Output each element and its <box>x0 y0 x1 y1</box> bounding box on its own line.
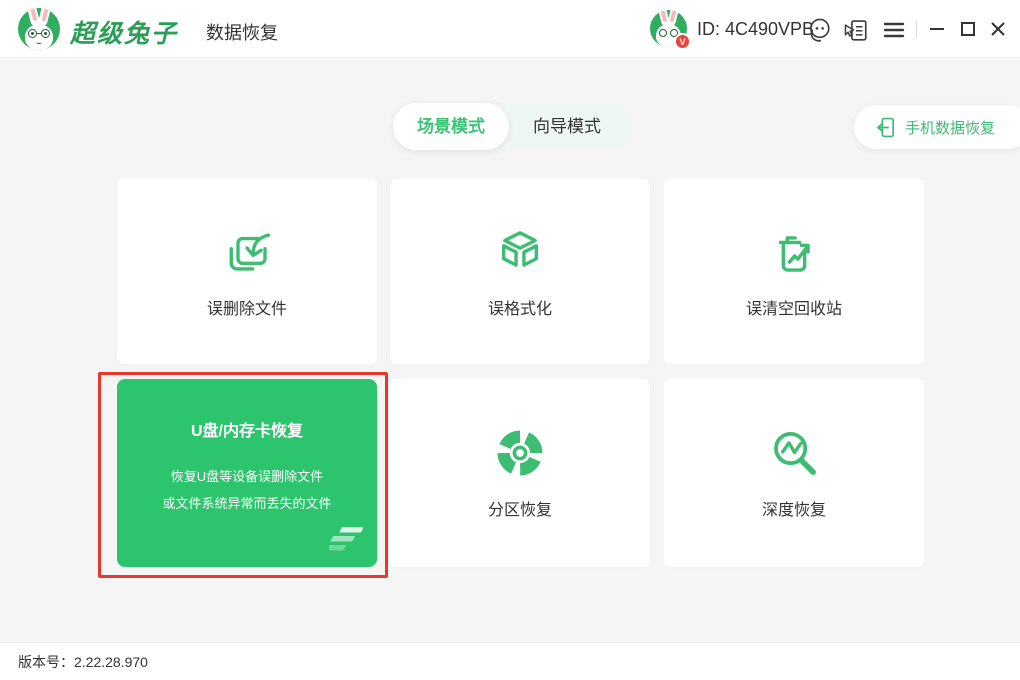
layers-icon <box>329 525 363 555</box>
card-deep-recovery[interactable]: 深度恢复 <box>664 379 924 567</box>
version-label: 版本号： <box>18 652 74 672</box>
card-label: 误删除文件 <box>207 295 287 319</box>
card-recycle-bin[interactable]: 误清空回收站 <box>664 179 924 364</box>
card-label: 分区恢复 <box>488 496 552 520</box>
footer: 版本号： 2.22.28.970 <box>0 642 1020 680</box>
card-formatted[interactable]: 误格式化 <box>390 179 650 364</box>
minimize-icon[interactable] <box>926 18 948 40</box>
phone-data-recovery-button[interactable]: 手机数据恢复 <box>854 105 1020 149</box>
card-title: U盘/内存卡恢复 <box>117 417 377 441</box>
version-value: 2.22.28.970 <box>74 654 148 670</box>
titlebar-divider <box>916 21 917 38</box>
brand-title: 超级兔子 <box>70 14 178 50</box>
restore-file-icon <box>220 225 274 279</box>
menu-icon[interactable] <box>881 17 907 43</box>
card-label: 深度恢复 <box>762 496 826 520</box>
format-cube-icon <box>493 225 547 279</box>
card-partition-recovery[interactable]: 分区恢复 <box>390 379 650 567</box>
phone-arrow-icon <box>874 116 897 139</box>
mode-tabs: 场景模式 向导模式 <box>393 103 633 150</box>
tab-scene-mode[interactable]: 场景模式 <box>393 103 509 150</box>
app-logo-icon <box>18 8 60 50</box>
titlebar: 超级兔子 数据恢复 V ID: 4C490VPB <box>0 0 1020 58</box>
card-label: 误格式化 <box>488 295 552 319</box>
card-deleted-files[interactable]: 误删除文件 <box>117 179 377 364</box>
main-area: 场景模式 向导模式 手机数据恢复 误删除文件 误格式化 <box>0 59 1020 642</box>
feedback-icon[interactable] <box>843 17 869 43</box>
maximize-icon[interactable] <box>957 18 979 40</box>
user-id: ID: 4C490VPB <box>697 0 814 58</box>
user-avatar[interactable]: V <box>650 10 687 47</box>
card-label: 误清空回收站 <box>746 295 842 319</box>
close-icon[interactable] <box>987 18 1009 40</box>
headset-icon[interactable] <box>806 17 832 43</box>
app-name: 数据恢复 <box>206 19 278 45</box>
card-description: 恢复U盘等设备误删除文件 或文件系统异常而丢失的文件 <box>117 463 377 517</box>
phone-data-recovery-label: 手机数据恢复 <box>905 117 995 138</box>
vip-badge: V <box>674 33 691 50</box>
partition-icon <box>493 426 547 480</box>
card-usb-memory-recovery[interactable]: U盘/内存卡恢复 恢复U盘等设备误删除文件 或文件系统异常而丢失的文件 <box>117 379 377 567</box>
deep-scan-icon <box>767 426 821 480</box>
tab-wizard-mode[interactable]: 向导模式 <box>509 103 625 150</box>
recycle-bin-restore-icon <box>767 225 821 279</box>
